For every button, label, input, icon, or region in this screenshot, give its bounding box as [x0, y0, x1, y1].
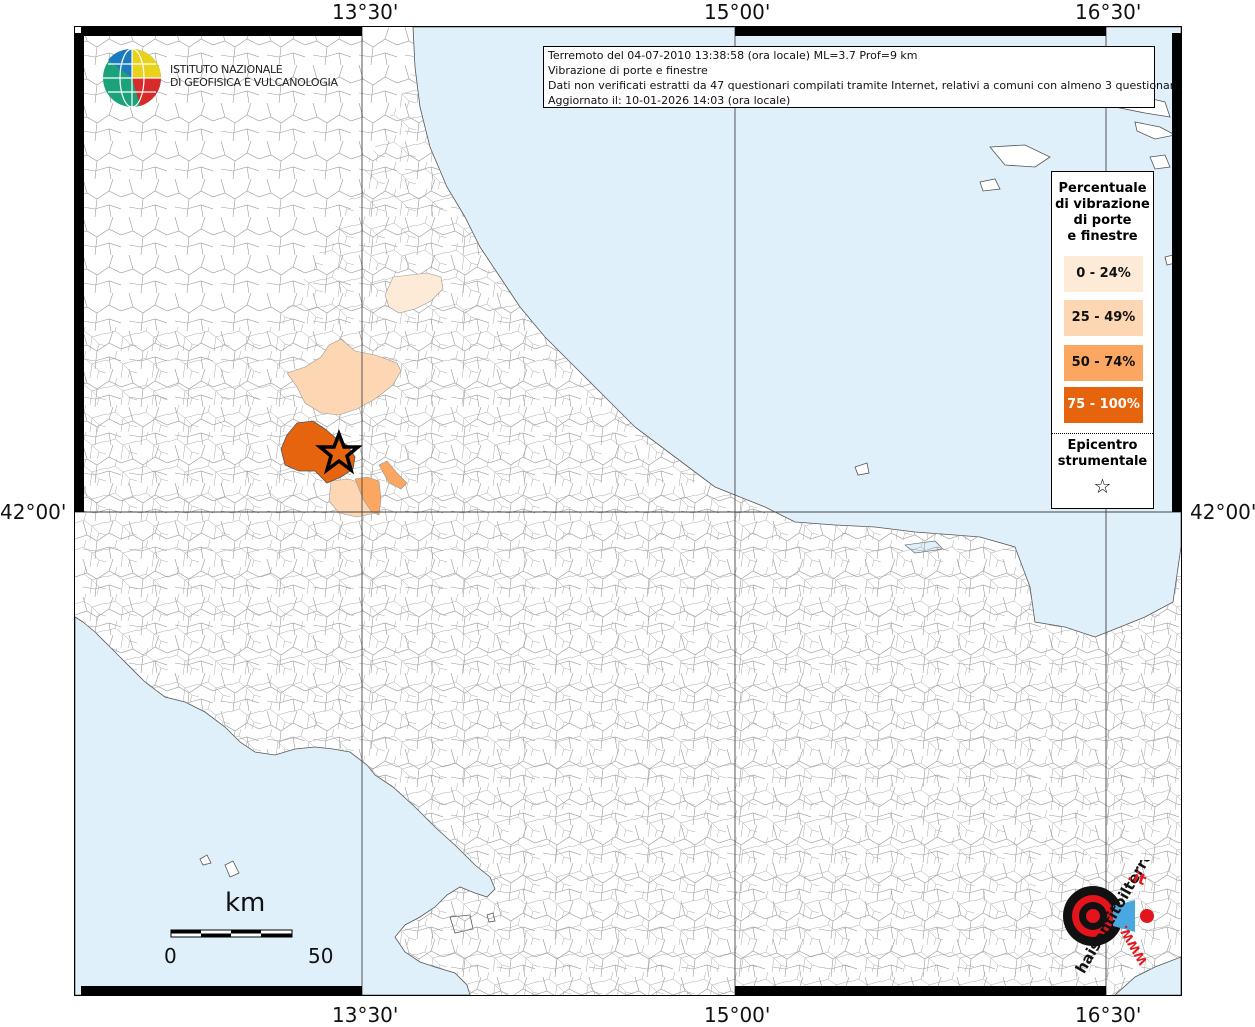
axis-right-label-4200: 42°00' — [1190, 500, 1255, 524]
scale-max-label: 50 — [308, 944, 334, 968]
scale-bar — [170, 929, 293, 938]
event-title: Terremoto del 04-07-2010 13:38:58 (ora l… — [548, 49, 918, 62]
legend-title-line: di porte — [1073, 213, 1132, 228]
legend: Percentuale di vibrazione di porte e fin… — [1051, 171, 1154, 509]
ingv-name-line1: ISTITUTO NAZIONALE — [170, 63, 283, 76]
scale-min-label: 0 — [164, 944, 177, 968]
axis-bottom-label-1500: 15°00' — [704, 1003, 771, 1027]
axis-top-label-1330: 13°30' — [332, 0, 399, 24]
haisentito-target-icon: haisentitoilterremoto .it WWW. — [1063, 810, 1178, 976]
legend-title: Percentuale di vibrazione di porte e fin… — [1052, 181, 1153, 245]
legend-class-75-100: 75 - 100% — [1064, 387, 1143, 423]
ingv-name-line2: DI GEOFISICA E VULCANOLOGIA — [170, 76, 338, 89]
event-data-note: Dati non verificati estratti da 47 quest… — [548, 79, 1181, 92]
legend-epicenter-line: Epicentro — [1067, 438, 1138, 453]
axis-bottom-label-1630: 16°30' — [1075, 1003, 1142, 1027]
ingv-name: ISTITUTO NAZIONALE DI GEOFISICA E VULCAN… — [170, 63, 338, 89]
legend-title-line: e finestre — [1067, 229, 1138, 244]
legend-epicenter-label: Epicentro strumentale — [1052, 438, 1153, 470]
legend-title-line: di vibrazione — [1055, 197, 1150, 212]
event-info-box: Terremoto del 04-07-2010 13:38:58 (ora l… — [543, 46, 1181, 108]
haisentito-logo: haisentitoilterremoto .it WWW. — [1035, 810, 1178, 980]
legend-class-0-24: 0 - 24% — [1064, 256, 1143, 292]
map-frame[interactable] — [74, 26, 1182, 996]
legend-epicenter-line: strumentale — [1057, 454, 1148, 469]
axis-bottom-label-1330: 13°30' — [332, 1003, 399, 1027]
legend-class-25-49: 25 - 49% — [1064, 300, 1143, 336]
axis-left-label-4200: 42°00' — [0, 500, 67, 524]
legend-star-icon: ☆ — [1093, 474, 1112, 498]
ingv-globe-icon — [103, 48, 162, 108]
legend-divider — [1052, 433, 1153, 434]
event-subtitle: Vibrazione di porte e finestre — [548, 64, 708, 77]
legend-class-50-74: 50 - 74% — [1064, 345, 1143, 381]
axis-top-label-1630: 16°30' — [1075, 0, 1142, 24]
legend-title-line: Percentuale — [1058, 181, 1147, 196]
axis-top-label-1500: 15°00' — [704, 0, 771, 24]
map-canvas[interactable] — [75, 27, 1181, 995]
scale-title: km — [225, 888, 266, 918]
event-updated: Aggiornato il: 10-01-2026 14:03 (ora loc… — [548, 94, 791, 107]
